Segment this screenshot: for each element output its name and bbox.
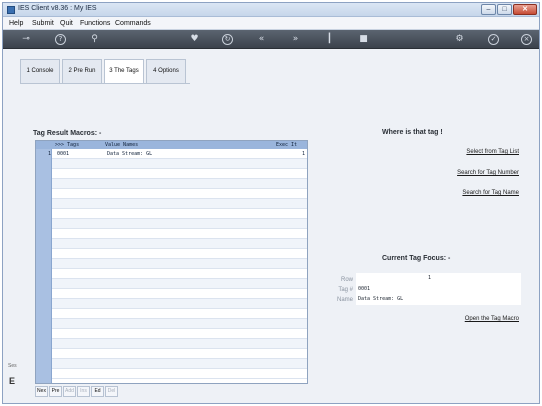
- focus-tag-value: 0001: [358, 286, 371, 292]
- table-row-empty[interactable]: [52, 369, 307, 379]
- window-title: IES Client v8.36 : My IES: [18, 5, 97, 12]
- focus-row-value: 1: [428, 275, 432, 281]
- tag-macros-title: Tag Result Macros: -: [33, 130, 102, 137]
- tag-number-label: Tag #: [338, 287, 353, 293]
- minimize-button[interactable]: –: [481, 4, 496, 15]
- table-row-empty[interactable]: [52, 359, 307, 369]
- table-row-empty[interactable]: [52, 289, 307, 299]
- menu-help[interactable]: Help: [9, 20, 23, 27]
- cell-exec: 1: [302, 151, 306, 157]
- app-icon: [7, 6, 15, 14]
- table-row-empty[interactable]: [52, 179, 307, 189]
- table-row-empty[interactable]: [52, 199, 307, 209]
- focus-name-value: Data Stream: GL: [358, 296, 404, 302]
- table-row-empty[interactable]: [52, 279, 307, 289]
- select-from-tag-list-link[interactable]: Select from Tag List: [466, 149, 519, 155]
- main-panel: 1 Console 2 Pre Run 3 The Tags 4 Options…: [3, 49, 539, 403]
- tab-divider: [20, 83, 190, 84]
- tab-pre-run[interactable]: 2 Pre Run: [62, 59, 102, 83]
- help-icon[interactable]: ?: [55, 34, 66, 45]
- row-label: Row: [340, 277, 353, 283]
- col-value-names[interactable]: Value Names: [105, 141, 138, 149]
- table-row-empty[interactable]: [52, 339, 307, 349]
- edit-button[interactable]: Ed: [91, 386, 104, 397]
- table-row-empty[interactable]: [52, 349, 307, 359]
- table-row-empty[interactable]: [52, 319, 307, 329]
- name-label: Name: [336, 297, 353, 303]
- cell-tag: 0001: [57, 151, 70, 157]
- table-row-empty[interactable]: [52, 159, 307, 169]
- title-bar: IES Client v8.36 : My IES – □ ✕: [3, 3, 539, 17]
- stop-icon[interactable]: ■: [358, 34, 369, 45]
- tab-the-tags[interactable]: 3 The Tags: [104, 59, 144, 84]
- table-row-empty[interactable]: [52, 239, 307, 249]
- table-row-empty[interactable]: [52, 329, 307, 339]
- session-icon[interactable]: E: [9, 376, 15, 386]
- close-window-button[interactable]: ✕: [513, 4, 537, 15]
- fast-forward-icon[interactable]: »: [290, 34, 301, 45]
- table-row-empty[interactable]: [52, 219, 307, 229]
- next-button[interactable]: Nex: [35, 386, 48, 397]
- search-icon[interactable]: ⚲: [89, 34, 100, 45]
- tag-macros-grid[interactable]: >>> Tags Value Names Exec It 1 0001 Data…: [35, 140, 308, 384]
- refresh-icon[interactable]: ↻: [222, 34, 233, 45]
- cell-value-name: Data Stream: GL: [107, 151, 153, 157]
- table-row-empty[interactable]: [52, 229, 307, 239]
- heart-icon[interactable]: ♥: [189, 34, 200, 45]
- menu-functions[interactable]: Functions: [80, 20, 110, 27]
- where-title: Where is that tag !: [382, 129, 443, 136]
- table-row-empty[interactable]: [52, 249, 307, 259]
- search-tag-number-link[interactable]: Search for Tag Number: [457, 170, 519, 176]
- app-window: IES Client v8.36 : My IES – □ ✕ Help Sub…: [2, 2, 540, 404]
- key-icon[interactable]: ⊸: [17, 34, 35, 45]
- add-button[interactable]: Add: [63, 386, 76, 397]
- menu-commands[interactable]: Commands: [115, 20, 151, 27]
- focus-details: 1 0001 Data Stream: GL: [356, 273, 521, 305]
- table-row-empty[interactable]: [52, 169, 307, 179]
- grid-header: >>> Tags Value Names Exec It: [36, 141, 307, 149]
- table-row-empty[interactable]: [52, 189, 307, 199]
- session-label: Ses: [8, 363, 17, 369]
- row-gutter: 1: [36, 149, 52, 383]
- focus-title: Current Tag Focus: -: [382, 255, 451, 262]
- row-number: 1: [47, 151, 51, 157]
- insert-button[interactable]: Ins: [77, 386, 90, 397]
- gear-icon[interactable]: ⚙: [454, 34, 465, 45]
- previous-button[interactable]: Pre: [49, 386, 62, 397]
- col-tags[interactable]: >>> Tags: [55, 141, 79, 149]
- table-row-empty[interactable]: [52, 269, 307, 279]
- maximize-button[interactable]: □: [497, 4, 512, 15]
- check-icon[interactable]: ✓: [488, 34, 499, 45]
- tab-console[interactable]: 1 Console: [20, 59, 60, 83]
- open-tag-macro-link[interactable]: Open the Tag Macro: [465, 316, 519, 322]
- menu-quit[interactable]: Quit: [60, 20, 73, 27]
- tab-bar: 1 Console 2 Pre Run 3 The Tags 4 Options: [20, 59, 190, 85]
- pin-icon[interactable]: ┃: [324, 34, 335, 45]
- close-icon[interactable]: ×: [521, 34, 532, 45]
- search-tag-name-link[interactable]: Search for Tag Name: [462, 190, 519, 196]
- menu-bar: Help Submit Quit Functions Commands: [3, 17, 539, 30]
- rewind-icon[interactable]: «: [256, 34, 267, 45]
- table-row-empty[interactable]: [52, 209, 307, 219]
- table-row[interactable]: 0001 Data Stream: GL 1: [52, 149, 307, 159]
- menu-submit[interactable]: Submit: [32, 20, 54, 27]
- table-row-empty[interactable]: [52, 259, 307, 269]
- delete-button[interactable]: Del: [105, 386, 118, 397]
- table-row-empty[interactable]: [52, 309, 307, 319]
- table-row-empty[interactable]: [52, 299, 307, 309]
- toolbar: ⊸ ? ⚲ ♥ ↻ « » ┃ ■ ⚙ ✓ ×: [3, 30, 539, 49]
- tab-options[interactable]: 4 Options: [146, 59, 186, 83]
- col-exec-it[interactable]: Exec It: [276, 141, 297, 149]
